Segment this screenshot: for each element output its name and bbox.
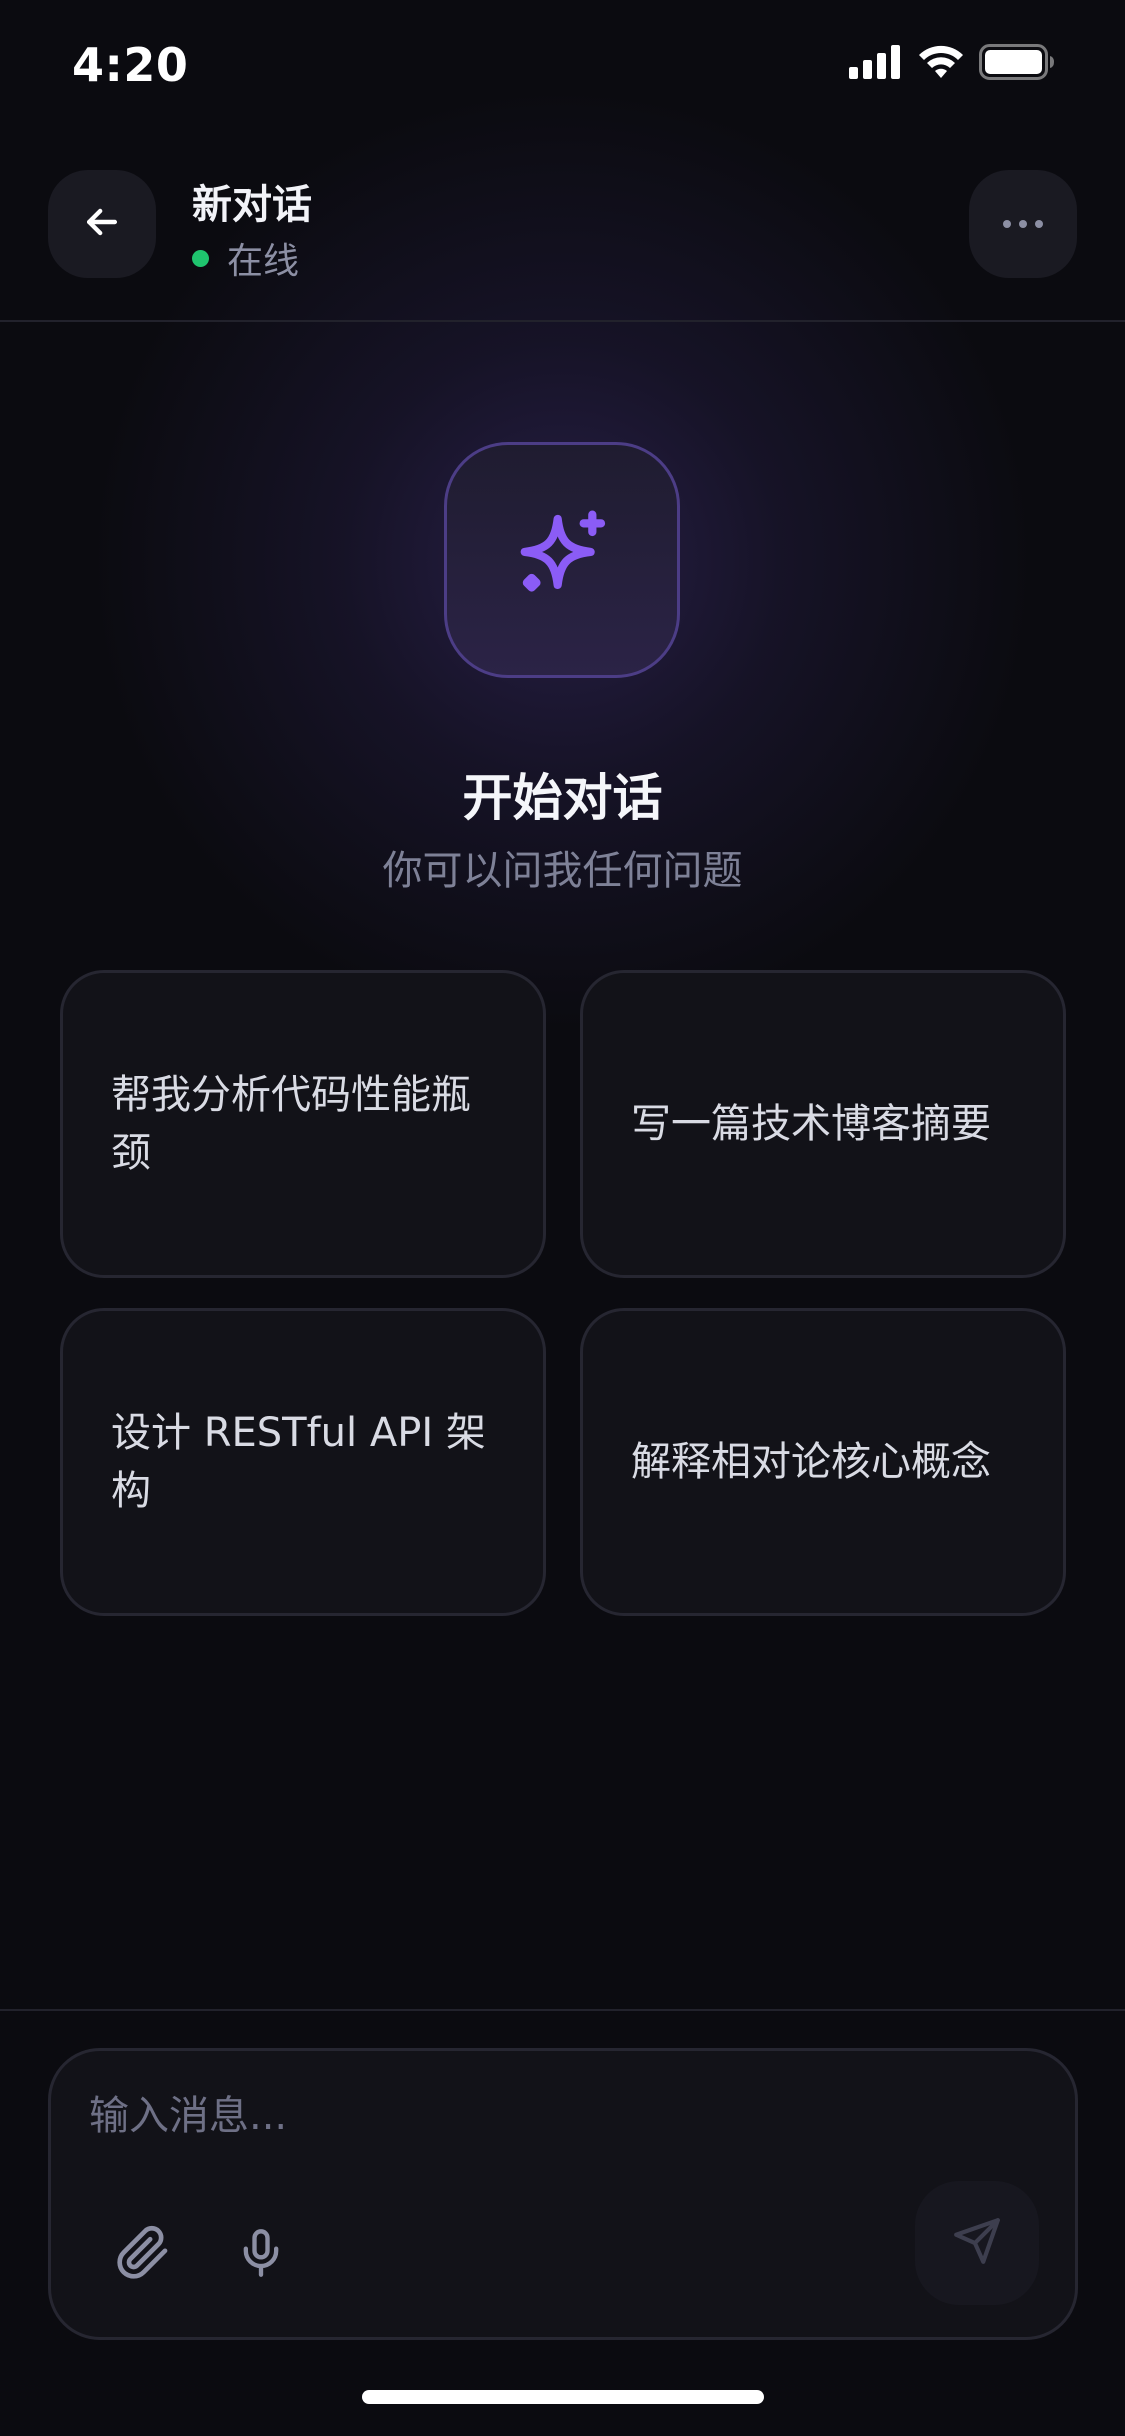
more-horizontal-icon bbox=[1001, 215, 1045, 234]
sparkles-icon bbox=[510, 506, 614, 614]
suggestion-label: 写一篇技术博客摘要 bbox=[631, 1101, 991, 1147]
wifi-icon bbox=[917, 44, 965, 84]
empty-state-title: 开始对话 bbox=[462, 769, 663, 827]
battery-full-icon bbox=[979, 44, 1055, 84]
suggestion-label: 帮我分析代码性能瓶颈 bbox=[111, 1072, 471, 1176]
status-time: 4:20 bbox=[72, 38, 189, 92]
online-status: 在线 bbox=[192, 232, 299, 284]
suggestion-card[interactable]: 写一篇技术博客摘要 bbox=[580, 970, 1066, 1278]
online-status-dot bbox=[192, 249, 209, 267]
assistant-logo bbox=[444, 442, 680, 678]
suggestion-card[interactable]: 解释相对论核心概念 bbox=[580, 1308, 1066, 1616]
microphone-icon bbox=[235, 2227, 287, 2283]
message-composer bbox=[48, 2048, 1078, 2340]
empty-state-subtitle: 你可以问我任何问题 bbox=[382, 848, 743, 894]
home-indicator[interactable] bbox=[362, 2390, 764, 2404]
cellular-signal-icon bbox=[849, 45, 903, 83]
status-bar: 4:20 bbox=[0, 0, 1125, 132]
back-button[interactable] bbox=[48, 170, 156, 278]
message-input[interactable] bbox=[87, 2075, 991, 2157]
send-button[interactable] bbox=[915, 2181, 1039, 2305]
composer-divider bbox=[0, 2009, 1125, 2011]
chat-header: 新对话 在线 bbox=[0, 132, 1125, 322]
chat-screen: 4:20 新对话 在线 开始对话 你可以问我任何问题 帮我分析代码性能瓶颈 写一… bbox=[0, 0, 1125, 2436]
voice-input-button[interactable] bbox=[225, 2219, 297, 2291]
suggestion-card[interactable]: 设计 RESTful API 架构 bbox=[60, 1308, 546, 1616]
send-icon bbox=[952, 2216, 1002, 2270]
paperclip-icon bbox=[115, 2225, 171, 2285]
suggestion-card[interactable]: 帮我分析代码性能瓶颈 bbox=[60, 970, 546, 1278]
suggestion-label: 设计 RESTful API 架构 bbox=[111, 1410, 486, 1514]
suggestion-label: 解释相对论核心概念 bbox=[631, 1439, 991, 1485]
arrow-left-icon bbox=[80, 200, 124, 248]
online-status-label: 在线 bbox=[227, 241, 300, 282]
suggestion-grid: 帮我分析代码性能瓶颈 写一篇技术博客摘要 设计 RESTful API 架构 解… bbox=[60, 970, 1066, 1616]
attach-button[interactable] bbox=[107, 2219, 179, 2291]
status-icons bbox=[849, 44, 1055, 84]
page-title: 新对话 bbox=[192, 182, 312, 228]
more-options-button[interactable] bbox=[969, 170, 1077, 278]
